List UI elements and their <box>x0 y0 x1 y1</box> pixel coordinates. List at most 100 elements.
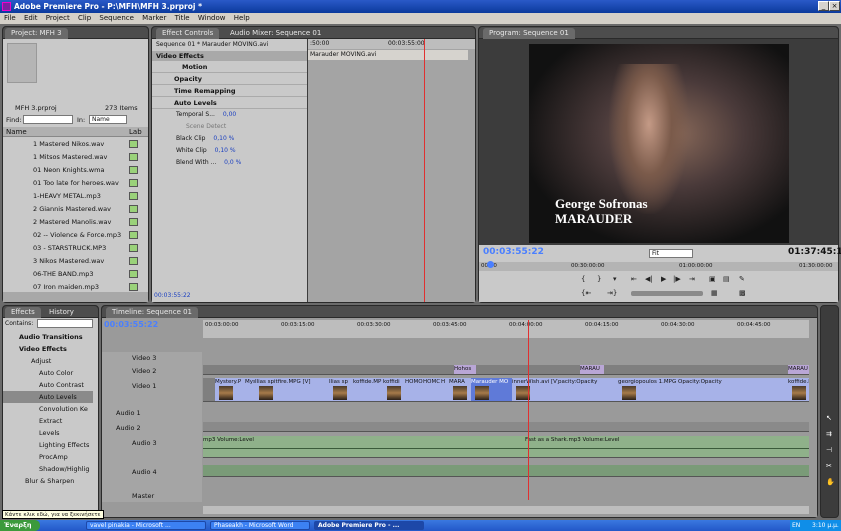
tab-effect-controls[interactable]: Effect Controls <box>156 28 220 39</box>
tree-levels[interactable]: Levels <box>3 427 93 439</box>
param-blend-value[interactable]: 0,0 % <box>224 159 241 166</box>
lift-icon[interactable]: ▣ <box>709 275 716 283</box>
clip-v1[interactable]: HOMO <box>405 378 423 401</box>
program-playhead[interactable] <box>487 261 494 268</box>
tab-program[interactable]: Program: Sequence 01 <box>483 28 575 39</box>
list-item[interactable]: 2 Giannis Mastered.wav <box>3 203 148 215</box>
track-video-2[interactable]: Video 2 <box>102 365 202 377</box>
menu-sequence[interactable]: Sequence <box>99 14 134 22</box>
menu-marker[interactable]: Marker <box>142 14 166 22</box>
list-item[interactable]: 1 Mitsos Mastered.wav <box>3 151 148 163</box>
param-black-clip-value[interactable]: 0,10 % <box>213 135 234 142</box>
tree-convolution[interactable]: Convolution Ke <box>3 403 93 415</box>
effect-clip-bar[interactable]: Marauder MOVING.avi <box>308 50 468 60</box>
razor-tool-icon[interactable]: ✂ <box>826 462 832 470</box>
list-item[interactable]: 1-HEAVY METAL.mp3 <box>3 190 148 202</box>
mark-in-icon[interactable]: { <box>581 275 585 283</box>
tree-auto-levels[interactable]: Auto Levels <box>3 391 93 403</box>
ripple-edit-tool-icon[interactable]: ⊣ <box>826 446 832 454</box>
clip-v1[interactable]: H <box>441 378 449 401</box>
tree-audio-transitions[interactable]: Audio Transitions <box>3 331 93 343</box>
task-word-vavel[interactable]: vavel pinakia - Microsoft ... <box>86 521 206 530</box>
column-name[interactable]: Name <box>6 128 27 136</box>
find-input[interactable] <box>23 115 73 124</box>
mark-out-icon[interactable]: } <box>597 275 601 283</box>
tree-auto-contrast[interactable]: Auto Contrast <box>3 379 93 391</box>
clip-v1[interactable]: pacity:Opacity <box>558 378 618 401</box>
effect-motion[interactable]: Motion <box>152 62 307 73</box>
tree-blur-sharpen[interactable]: Blur & Sharpen <box>3 475 93 487</box>
jog-shuttle-slider[interactable] <box>631 291 703 296</box>
effect-opacity[interactable]: Opacity <box>152 74 307 85</box>
minimize-button[interactable]: _ <box>818 1 829 11</box>
step-forward-icon[interactable]: |▶ <box>673 275 681 283</box>
start-button[interactable]: Έναρξη <box>0 520 40 531</box>
clip-v1[interactable]: koffide.MP <box>353 378 383 401</box>
timeline-playhead[interactable] <box>528 320 529 500</box>
track-video-3[interactable]: Video 3 <box>102 352 202 364</box>
clip-v1[interactable]: Opacity:Opacity <box>678 378 788 401</box>
tree-shadow-highlight[interactable]: Shadow/Highlig <box>3 463 93 475</box>
trim-icon[interactable]: ✎ <box>739 275 745 283</box>
effect-controls-timecode[interactable]: 00:03:55:22 <box>154 292 191 299</box>
column-label[interactable]: Lab <box>129 128 142 136</box>
tab-history[interactable]: History <box>43 307 80 318</box>
close-button[interactable]: × <box>829 1 840 11</box>
clip-a3-volume[interactable]: mp3 Volume:Level <box>203 436 403 457</box>
param-white-clip-value[interactable]: 0,10 % <box>215 147 236 154</box>
step-back-icon[interactable]: ◀| <box>645 275 653 283</box>
timeline-scrollbar[interactable] <box>203 506 809 514</box>
track-audio-3[interactable]: Audio 3 <box>102 437 202 449</box>
task-premiere[interactable]: Adobe Premiere Pro - ... <box>314 521 424 530</box>
list-item[interactable]: 06-THE BAND.mp3 <box>3 268 148 280</box>
track-audio-4[interactable]: Audio 4 <box>102 466 202 478</box>
tree-auto-color[interactable]: Auto Color <box>3 367 93 379</box>
param-temporal-value[interactable]: 0,00 <box>223 111 236 118</box>
selection-tool-icon[interactable]: ↖ <box>826 414 832 422</box>
go-to-next-edit-icon[interactable]: ⇥} <box>607 289 617 297</box>
list-item[interactable]: 01 Neon Knights.wma <box>3 164 148 176</box>
timeline-ruler[interactable]: 00:03:00:00 00:03:15:00 00:03:30:00 00:0… <box>203 320 809 338</box>
clip-v2-marau[interactable]: MARAU <box>580 365 604 374</box>
play-icon[interactable]: ▶ <box>661 275 666 283</box>
tab-timeline[interactable]: Timeline: Sequence 01 <box>106 307 199 318</box>
clip-v2-hohos[interactable]: Hohos <box>454 365 476 374</box>
clip-v1[interactable]: HOMC <box>423 378 441 401</box>
go-to-in-icon[interactable]: ⇤ <box>631 275 637 283</box>
clip-v1[interactable]: Mys <box>245 378 255 401</box>
zoom-select[interactable]: Fit <box>649 249 693 258</box>
menu-edit[interactable]: Edit <box>24 14 38 22</box>
go-to-prev-edit-icon[interactable]: {⇤ <box>581 289 591 297</box>
language-indicator[interactable]: EN <box>792 520 800 531</box>
set-marker-icon[interactable]: ▾ <box>613 275 617 283</box>
menu-project[interactable]: Project <box>46 14 70 22</box>
tab-effects[interactable]: Effects <box>5 307 41 318</box>
track-select-tool-icon[interactable]: ⇉ <box>826 430 832 438</box>
tree-extract[interactable]: Extract <box>3 415 93 427</box>
list-item[interactable]: 03 - STARSTRUCK.MP3 <box>3 242 148 254</box>
list-item[interactable]: 02 -- Violence & Force.mp3 <box>3 229 148 241</box>
tab-audio-mixer[interactable]: Audio Mixer: Sequence 01 <box>224 28 327 39</box>
output-icon[interactable]: ▩ <box>739 289 746 297</box>
list-item[interactable]: 2 Mastered Manolis.wav <box>3 216 148 228</box>
menu-window[interactable]: Window <box>198 14 226 22</box>
program-ruler[interactable]: 00:00 00:30:00:00 01:00:00:00 01:30:00:0… <box>479 262 838 271</box>
track-video-1[interactable]: Video 1 <box>102 380 202 392</box>
effect-time-remapping[interactable]: Time Remapping <box>152 86 307 97</box>
track-audio-1[interactable]: Audio 1 <box>102 407 202 419</box>
export-frame-icon[interactable]: ▦ <box>711 289 718 297</box>
menu-title[interactable]: Title <box>175 14 190 22</box>
track-master[interactable]: Master <box>102 490 202 502</box>
task-word-phaseakh[interactable]: Phaseakh - Microsoft Word <box>210 521 310 530</box>
in-select[interactable]: Name <box>89 115 127 124</box>
tab-project[interactable]: Project: MFH 3 <box>5 28 68 39</box>
effects-search-input[interactable] <box>37 319 93 328</box>
effect-playhead[interactable] <box>424 39 425 302</box>
menu-file[interactable]: File <box>4 14 16 22</box>
clip-v2-marau-2[interactable]: MARAU <box>788 365 809 374</box>
effect-auto-levels[interactable]: Auto Levels <box>152 98 307 109</box>
go-to-out-icon[interactable]: ⇥ <box>689 275 695 283</box>
list-item[interactable]: 1 Mastered Nikos.wav <box>3 138 148 150</box>
clip-a3-fast-as-a-shark[interactable]: Fast as a Shark.mp3 Volume:Level <box>525 436 725 457</box>
tree-lighting[interactable]: Lighting Effects <box>3 439 93 451</box>
